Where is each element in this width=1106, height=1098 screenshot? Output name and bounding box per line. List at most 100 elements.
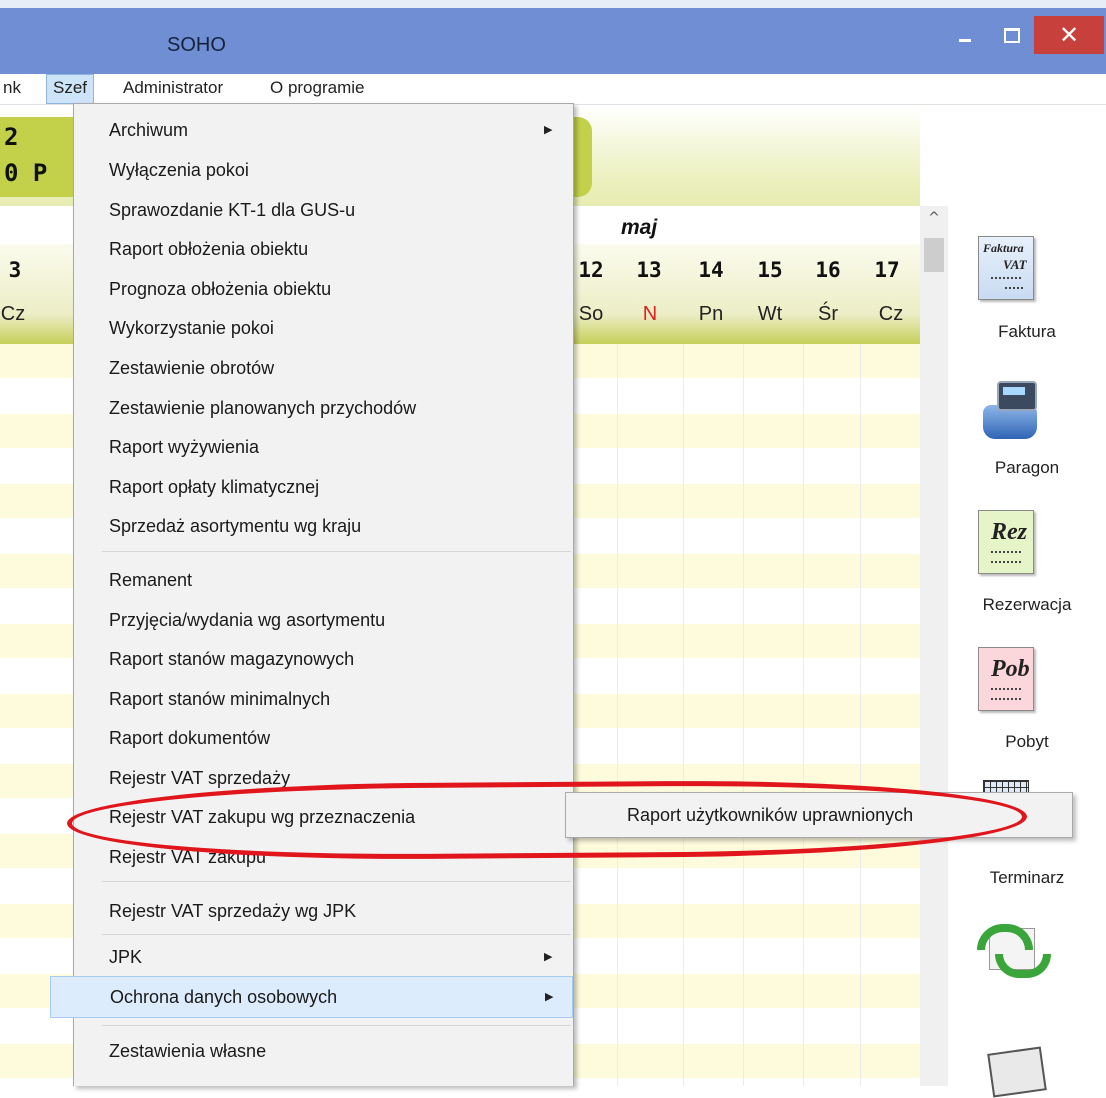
reservation-icon-text: Rez [991, 519, 1027, 545]
menu-item-stany-minimalne[interactable]: Raport stanów minimalnych [74, 679, 573, 719]
menu-item-wykorzystanie-pokoi[interactable]: Wykorzystanie pokoi [74, 308, 573, 348]
menu-item-raport-wyzywienia[interactable]: Raport wyżywienia [74, 427, 573, 467]
dots [991, 688, 1021, 690]
menu-item-label: Archiwum [109, 120, 189, 140]
maximize-button[interactable] [990, 16, 1034, 54]
register-display [997, 381, 1037, 411]
day-number: 15 [757, 258, 783, 282]
sync-mail-icon[interactable] [975, 920, 1051, 978]
menu-item-label: Raport stanów magazynowych [109, 649, 355, 669]
grid-line [617, 344, 618, 1086]
menu-item-rejestr-vat-jpk[interactable]: Rejestr VAT sprzedaży wg JPK [74, 891, 573, 931]
window-title: SOHO [167, 34, 226, 56]
submenu-arrow-icon: ▶ [545, 991, 554, 1003]
menu-item-szef[interactable]: Szef [46, 74, 95, 104]
menu-item-administrator[interactable]: Administrator [123, 78, 223, 98]
menu-item-label: Raport obłożenia obiektu [109, 239, 309, 259]
szef-dropdown-menu: Archiwum ▶ Wyłączenia pokoi Sprawozdanie … [50, 103, 574, 1086]
day-of-week: Śr [818, 303, 838, 325]
minimize-button[interactable] [945, 16, 985, 54]
toolbar-label: Pobyt [1005, 732, 1049, 751]
banner-line-2: 0 P [4, 159, 48, 187]
menu-item-o-programie[interactable]: O programie [270, 78, 364, 98]
menu-item-archiwum[interactable]: Archiwum ▶ [74, 110, 573, 150]
menu-separator [102, 551, 571, 552]
scrollbar-thumb[interactable] [924, 238, 944, 272]
invoice-icon-subtext: VAT [1003, 257, 1027, 272]
invoice-icon[interactable]: Faktura VAT [978, 236, 1034, 300]
day-of-week: Cz [878, 303, 904, 325]
menu-item-zestawienia-wlasne[interactable]: Zestawienia własne [74, 1031, 573, 1071]
menu-separator [102, 881, 571, 882]
partial-toolbar-icon[interactable] [987, 1046, 1047, 1098]
toolbar-label: Faktura [998, 322, 1056, 341]
day-number: 3 [8, 258, 22, 282]
menu-item-label: Wyłączenia pokoi [109, 160, 249, 180]
title-bar: SOHO ✕ [0, 0, 1106, 74]
menu-item-sprzedaz-wg-kraju[interactable]: Sprzedaż asortymentu wg kraju [74, 506, 573, 546]
scroll-up-icon[interactable]: ^ [920, 210, 948, 226]
menu-item-label: Przyjęcia/wydania wg asortymentu [109, 610, 386, 630]
day-number: 16 [815, 258, 841, 282]
stay-icon[interactable]: Pob [978, 647, 1034, 711]
day-of-week: Cz [0, 303, 26, 325]
grid-line [860, 344, 861, 1086]
menu-item-zestawienie-obrotow[interactable]: Zestawienie obrotów [74, 348, 573, 388]
close-icon: ✕ [1058, 21, 1080, 49]
menu-item-jpk[interactable]: JPK ▶ [74, 937, 573, 977]
menu-item-label: Raport wyżywienia [109, 437, 260, 457]
menu-bar: nk Szef Administrator O programie [0, 74, 1106, 105]
toolbar-label: Paragon [994, 458, 1060, 477]
menu-separator [102, 934, 571, 935]
grid-line [803, 344, 804, 1086]
menu-item-label: Wykorzystanie pokoi [109, 318, 274, 338]
menu-item-bank[interactable]: nk [3, 78, 21, 98]
day-of-week: Wt [757, 303, 783, 325]
stay-icon-text: Pob [991, 656, 1030, 682]
dots [991, 277, 1021, 279]
invoice-icon-text: Faktura [983, 241, 1024, 255]
maximize-icon [1004, 27, 1020, 43]
menu-item-przyjecia-wydania[interactable]: Przyjęcia/wydania wg asortymentu [74, 600, 573, 640]
submenu-arrow-icon: ▶ [544, 124, 553, 136]
day-of-week-sunday: N [642, 303, 658, 325]
menu-item-label: Sprzedaż asortymentu wg kraju [109, 516, 362, 536]
dots [1005, 287, 1023, 289]
menu-item-label: Raport opłaty klimatycznej [109, 477, 320, 497]
day-number: 14 [698, 258, 724, 282]
vertical-scrollbar[interactable]: ^ [920, 206, 948, 1086]
menu-item-wylaczenia-pokoi[interactable]: Wyłączenia pokoi [74, 150, 573, 190]
dots [991, 698, 1021, 700]
menu-item-label: Remanent [109, 570, 193, 590]
menu-item-label: Raport dokumentów [109, 728, 271, 748]
close-button[interactable]: ✕ [1034, 16, 1104, 54]
cash-register-icon[interactable] [977, 377, 1039, 443]
menu-item-raport-oblozenia[interactable]: Raport obłożenia obiektu [74, 229, 573, 269]
menu-item-ochrona-danych[interactable]: Ochrona danych osobowych ▶ [50, 976, 573, 1018]
menu-item-oplata-klimatyczna[interactable]: Raport opłaty klimatycznej [74, 467, 573, 507]
minimize-icon [959, 38, 971, 42]
menu-separator [102, 1025, 571, 1026]
submenu-arrow-icon: ▶ [544, 951, 553, 963]
reservation-icon[interactable]: Rez [978, 510, 1034, 574]
grid-line [683, 344, 684, 1086]
menu-item-planowane-przychody[interactable]: Zestawienie planowanych przychodów [74, 388, 573, 428]
menu-item-label: Raport stanów minimalnych [109, 689, 331, 709]
menu-item-label: Prognoza obłożenia obiektu [109, 279, 332, 299]
menu-item-prognoza-oblozenia[interactable]: Prognoza obłożenia obiektu [74, 269, 573, 309]
toolbar-label: Rezerwacja [982, 595, 1072, 614]
menu-item-remanent[interactable]: Remanent [74, 560, 573, 600]
menu-item-label: JPK [109, 947, 143, 967]
day-number: 13 [636, 258, 662, 282]
day-number: 17 [874, 258, 900, 282]
menu-item-label: Rejestr VAT sprzedaży wg JPK [109, 901, 357, 921]
register-screen [1003, 387, 1025, 395]
banner-line-1: 2 [4, 123, 19, 151]
menu-item-raport-dokumentow[interactable]: Raport dokumentów [74, 718, 573, 758]
day-of-week: Pn [698, 303, 724, 325]
menu-item-label: Zestawienie planowanych przychodów [109, 398, 417, 418]
menu-item-kt1-gus[interactable]: Sprawozdanie KT-1 dla GUS-u [74, 190, 573, 230]
menu-item-stany-magazynowe[interactable]: Raport stanów magazynowych [74, 639, 573, 679]
menu-item-label: Sprawozdanie KT-1 dla GUS-u [109, 200, 356, 220]
menu-item-label: Zestawienie obrotów [109, 358, 275, 378]
